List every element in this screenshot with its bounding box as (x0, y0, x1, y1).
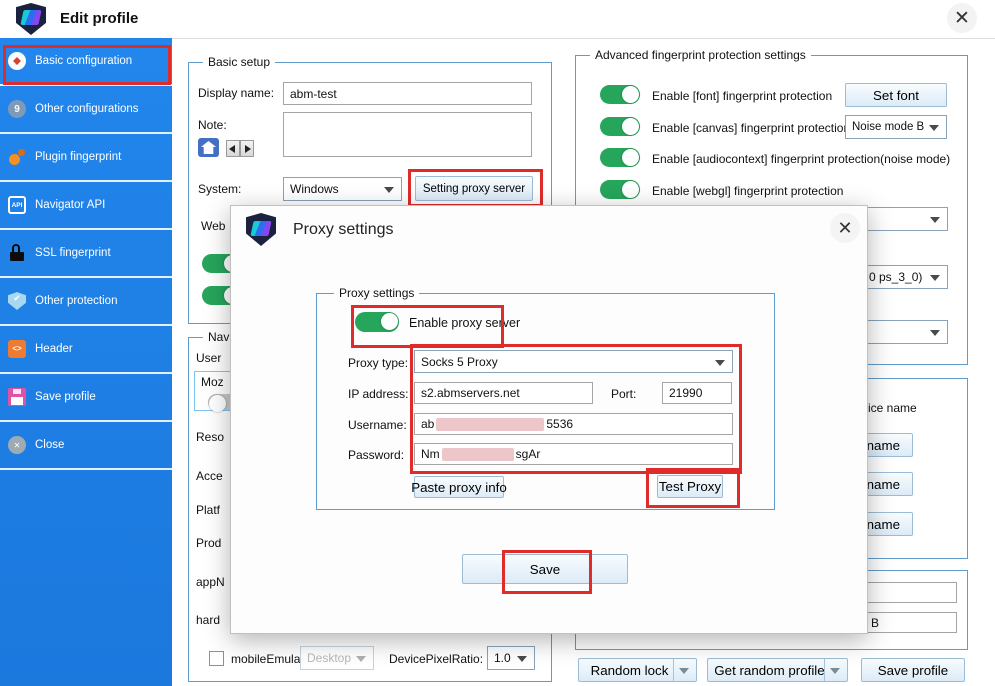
modal-title: Proxy settings (293, 221, 393, 239)
modal-close-icon[interactable]: ✕ (830, 213, 860, 243)
accept-language-label: Acce (196, 469, 223, 483)
sidebar-item-save-profile[interactable]: Save profile (0, 374, 172, 422)
display-name-input[interactable]: abm-test (283, 82, 532, 105)
proxy-settings-legend: Proxy settings (334, 286, 419, 300)
font-protection-toggle[interactable] (600, 85, 640, 104)
port-input[interactable]: 21990 (662, 382, 732, 404)
get-random-profile-button[interactable]: Get random profile (707, 658, 848, 682)
display-name-label: Display name: (198, 86, 274, 100)
password-prefix: Nm (421, 447, 440, 461)
username-input[interactable]: ab 5536 (414, 413, 733, 435)
api-badge-icon (8, 196, 26, 214)
device-name-label: ice name (868, 401, 917, 415)
advanced-protection-legend: Advanced fingerprint protection settings (590, 48, 811, 62)
compass-icon (8, 52, 26, 70)
product-label: Prod (196, 536, 221, 550)
paste-proxy-info-button[interactable]: Paste proxy info (414, 476, 504, 498)
random-lock-button[interactable]: Random lock (578, 658, 697, 682)
sidebar-item-plugin-fingerprint[interactable]: Plugin fingerprint (0, 134, 172, 182)
shield-icon (8, 292, 26, 310)
sidebar-item-close[interactable]: Close (0, 422, 172, 470)
header-code-icon (8, 340, 26, 358)
basic-setup-legend: Basic setup (203, 55, 275, 69)
sidebar-item-navigator-api[interactable]: Navigator API (0, 182, 172, 230)
ip-address-label: IP address: (348, 387, 408, 401)
canvas-protection-toggle[interactable] (600, 117, 640, 136)
appname-label: appN (196, 575, 225, 589)
audiocontext-protection-toggle[interactable] (600, 148, 640, 167)
password-input[interactable]: Nm sgAr (414, 443, 733, 465)
window-close-icon[interactable]: ✕ (947, 3, 977, 33)
webgl-renderer-value: 0 ps_3_0) (869, 270, 922, 284)
set-font-button[interactable]: Set font (845, 83, 947, 107)
sidebar: Basic configuration Other configurations… (0, 38, 172, 686)
floppy-icon (8, 388, 26, 406)
canvas-protection-label: Enable [canvas] fingerprint protection (652, 121, 850, 135)
home-icon[interactable] (198, 138, 219, 157)
audiocontext-protection-label: Enable [audiocontext] fingerprint protec… (652, 152, 950, 166)
password-label: Password: (348, 448, 404, 462)
port-label: Port: (611, 387, 636, 401)
window-title: Edit profile (60, 0, 138, 38)
plugin-gear-icon (8, 148, 26, 166)
webgl-protection-toggle[interactable] (600, 180, 640, 199)
device-pixel-ratio-dropdown[interactable]: 1.0 (487, 646, 535, 670)
test-proxy-button[interactable]: Test Proxy (657, 475, 723, 498)
app-logo-icon (16, 3, 46, 35)
enable-proxy-label: Enable proxy server (409, 316, 520, 330)
proxy-type-dropdown[interactable]: Socks 5 Proxy (414, 350, 733, 373)
platform-label: Platf (196, 503, 220, 517)
font-protection-label: Enable [font] fingerprint protection (652, 89, 832, 103)
proxy-settings-modal: Proxy settings ✕ Proxy settings Enable p… (230, 205, 868, 634)
note-textarea[interactable] (283, 112, 532, 157)
sidebar-item-ssl-fingerprint[interactable]: SSL fingerprint (0, 230, 172, 278)
spinner-right-icon[interactable] (240, 140, 254, 157)
username-suffix: 5536 (546, 417, 573, 431)
ip-address-input[interactable]: s2.abmservers.net (414, 382, 593, 404)
username-redaction (436, 418, 544, 431)
mobile-emulation-checkbox[interactable] (209, 651, 224, 666)
system-label: System: (198, 182, 241, 196)
sidebar-item-other-configurations[interactable]: Other configurations (0, 86, 172, 134)
username-prefix: ab (421, 417, 434, 431)
useragent-label: User (196, 351, 221, 365)
modal-logo-icon (246, 213, 276, 246)
save-profile-button[interactable]: Save profile (861, 658, 965, 682)
setting-proxy-server-button[interactable]: Setting proxy server (415, 176, 533, 201)
resolution-label: Reso (196, 430, 224, 444)
username-label: Username: (348, 418, 407, 432)
hardware-label: hard (196, 613, 220, 627)
logo-stripes (20, 10, 41, 25)
get-random-profile-dropdown-icon[interactable] (824, 659, 847, 681)
sidebar-item-other-protection[interactable]: Other protection (0, 278, 172, 326)
modal-logo-stripes (250, 221, 271, 236)
noise-mode-dropdown[interactable]: Noise mode B (845, 115, 947, 139)
close-circle-icon (8, 436, 26, 454)
note-label: Note: (198, 118, 227, 132)
nine-ball-icon (8, 100, 26, 118)
password-suffix: sgAr (516, 447, 541, 461)
lock-icon (8, 244, 26, 262)
webrtc-label: Web (201, 219, 225, 233)
get-random-profile-label: Get random profile (714, 663, 824, 678)
titlebar: Edit profile ✕ (0, 0, 995, 39)
random-lock-dropdown-icon[interactable] (673, 659, 696, 681)
random-lock-label: Random lock (591, 663, 669, 678)
modal-save-button[interactable]: Save (462, 554, 628, 584)
sidebar-item-basic-configuration[interactable]: Basic configuration (0, 38, 172, 86)
spinner-left-icon[interactable] (226, 140, 240, 157)
device-pixel-ratio-label: DevicePixelRatio: (389, 652, 483, 666)
password-redaction (442, 448, 514, 461)
enable-proxy-toggle[interactable] (355, 312, 399, 332)
sidebar-item-header[interactable]: Header (0, 326, 172, 374)
mobile-emulation-dropdown[interactable]: Desktop (300, 646, 374, 670)
proxy-type-label: Proxy type: (348, 356, 408, 370)
webgl-protection-label: Enable [webgl] fingerprint protection (652, 184, 843, 198)
system-dropdown[interactable]: Windows (283, 177, 402, 201)
edit-profile-window: Edit profile ✕ Basic configuration Other… (0, 0, 995, 686)
